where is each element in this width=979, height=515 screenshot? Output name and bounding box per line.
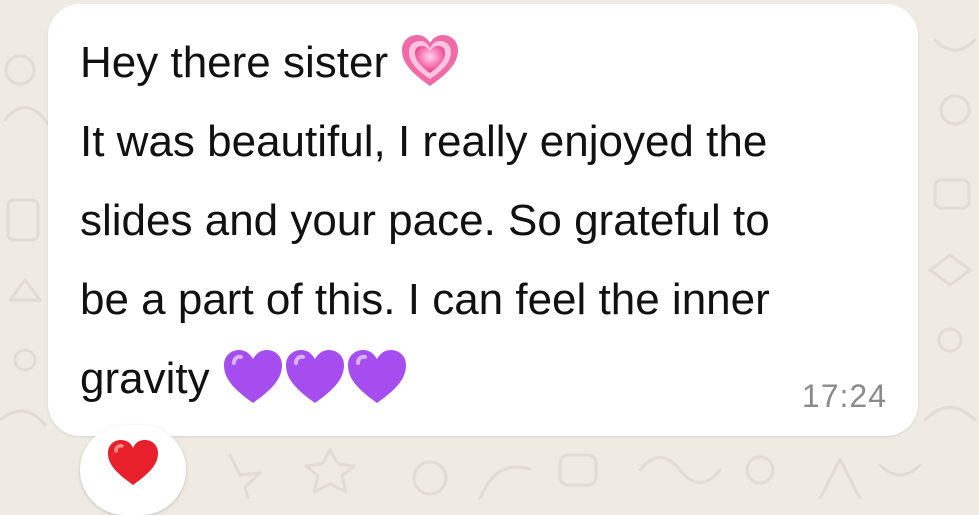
message-line-5: gravity: [80, 339, 900, 418]
red-heart-icon: [106, 439, 160, 487]
message-text: Hey there sister It was beautiful, I rea…: [80, 23, 900, 418]
message-timestamp: 17:24: [801, 378, 887, 414]
growing-heart-icon: [400, 34, 460, 88]
purple-heart-icon: [222, 349, 284, 405]
message-line-4: be a part of this. I can feel the inner: [80, 275, 770, 324]
message-line-3: slides and your pace. So grateful to: [80, 196, 770, 245]
reaction-badge[interactable]: [80, 425, 186, 515]
message-line-1: Hey there sister: [80, 23, 900, 102]
purple-heart-icon: [284, 349, 346, 405]
message-line-2: It was beautiful, I really enjoyed the: [80, 117, 768, 166]
purple-heart-icon: [346, 349, 408, 405]
